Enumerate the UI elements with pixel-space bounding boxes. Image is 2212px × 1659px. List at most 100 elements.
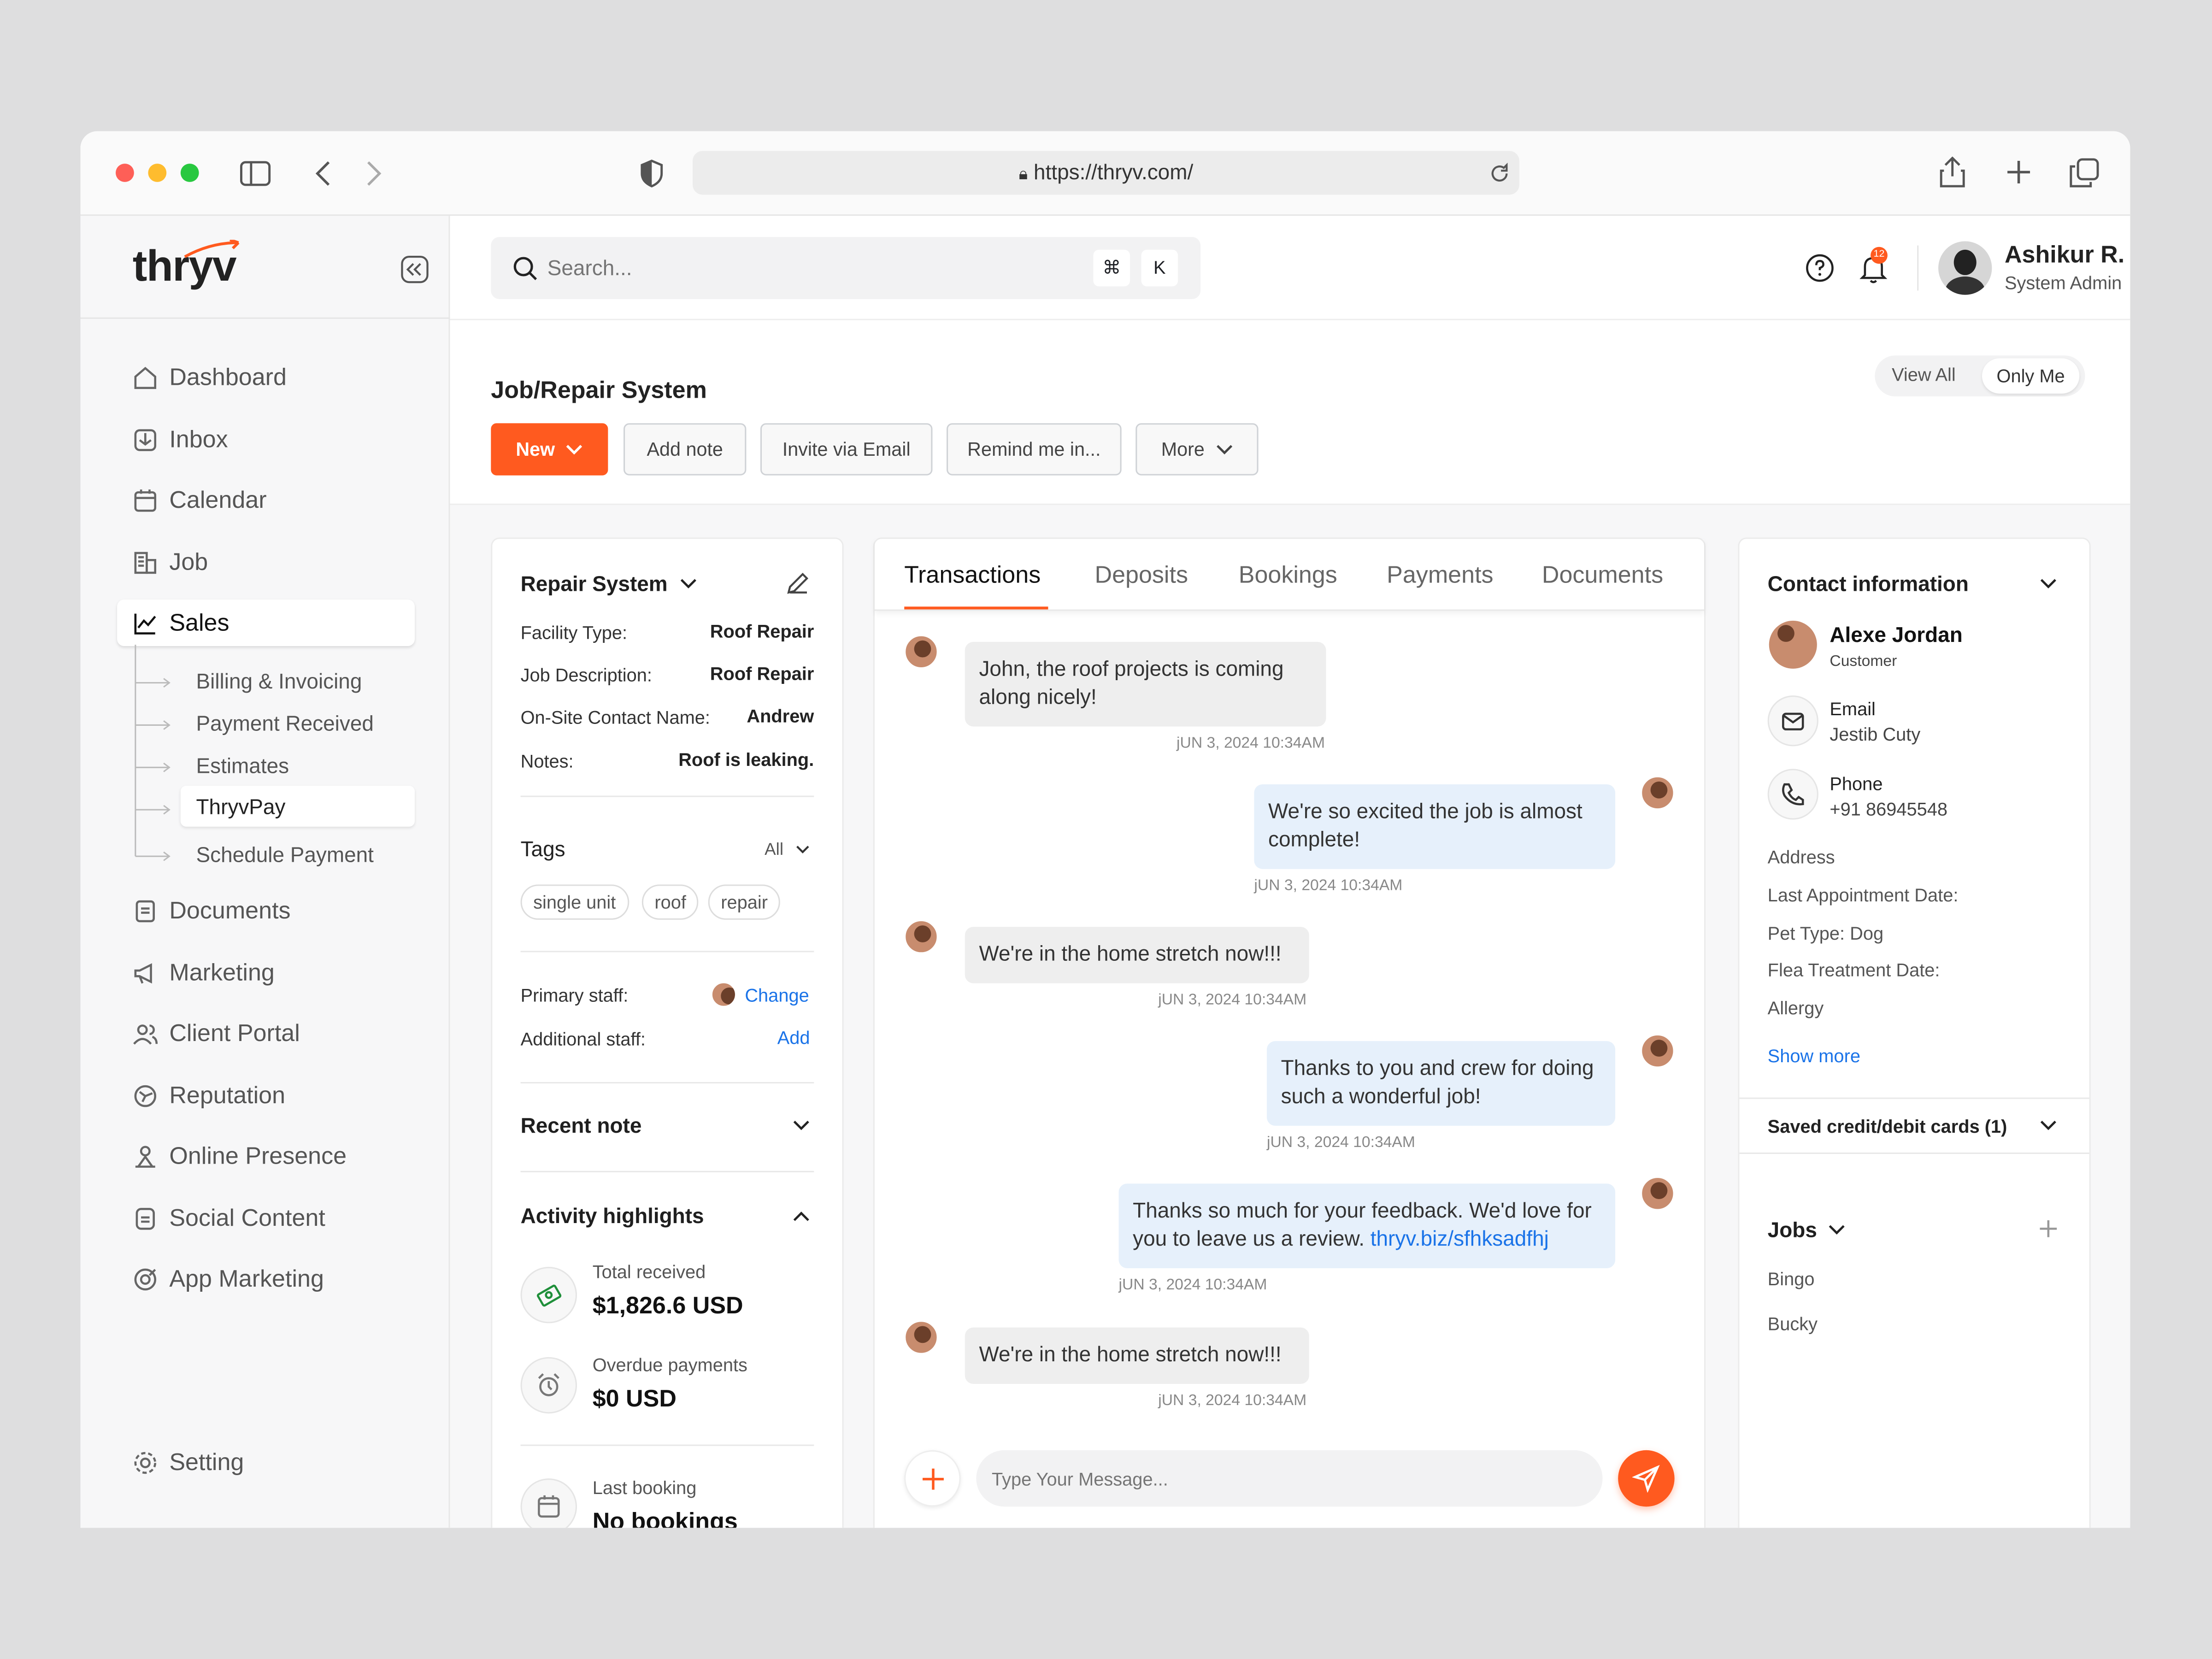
cmd-key: ⌘	[1093, 249, 1130, 287]
send-button[interactable]	[1618, 1450, 1675, 1507]
tag-chip[interactable]: single unit	[520, 884, 629, 920]
tab-deposits[interactable]: Deposits	[1094, 561, 1188, 589]
view-toggle: View All Only Me	[1875, 355, 2085, 397]
sidebar-item-client-portal[interactable]: Client Portal	[133, 1014, 300, 1054]
agent-avatar	[1641, 776, 1675, 810]
new-button[interactable]: New	[491, 423, 608, 476]
tab-documents[interactable]: Documents	[1542, 561, 1663, 589]
sidebar-item-label: Inbox	[169, 426, 228, 453]
review-link[interactable]: thryv.biz/sfhksadfhj	[1371, 1227, 1549, 1251]
sidebar-item-setting[interactable]: Setting	[133, 1443, 244, 1483]
jobs-title[interactable]: Jobs	[1768, 1219, 1817, 1243]
chevron-up-icon[interactable]	[793, 1211, 810, 1222]
attach-button[interactable]	[904, 1450, 961, 1507]
email-label: Email	[1830, 698, 1876, 720]
field-label: Notes:	[520, 750, 574, 772]
chevron-down-icon[interactable]	[796, 845, 810, 855]
sidebar-item-online-presence[interactable]: Online Presence	[133, 1137, 347, 1177]
search-box[interactable]: ⌘ K	[491, 237, 1201, 299]
sidebar-item-inbox[interactable]: Inbox	[133, 420, 228, 460]
message-bubble: We're so excited the job is almost compl…	[1254, 784, 1616, 869]
sidebar-sub-schedule-payment[interactable]: Schedule Payment	[196, 844, 374, 868]
tab-payments[interactable]: Payments	[1387, 561, 1493, 589]
tags-filter[interactable]: All	[765, 839, 783, 859]
saved-cards-title[interactable]: Saved credit/debit cards (1)	[1768, 1116, 2007, 1137]
reload-icon[interactable]	[1488, 162, 1511, 185]
chevron-down-icon[interactable]	[1828, 1224, 1845, 1235]
agent-avatar	[1641, 1177, 1675, 1211]
address-bar[interactable]: 🔒︎ https://thryv.com/	[693, 151, 1519, 195]
last-booking-label: Last booking	[592, 1477, 697, 1498]
forward-icon[interactable]	[364, 159, 384, 188]
sidebar-item-job[interactable]: Job	[133, 543, 208, 583]
sidebar-item-dashboard[interactable]: Dashboard	[133, 359, 287, 398]
details-title[interactable]: Repair System	[521, 573, 668, 597]
email-value[interactable]: Jestib Cuty	[1830, 724, 1920, 745]
phone-value[interactable]: +91 86945548	[1830, 799, 1947, 820]
chevron-down-icon[interactable]	[680, 578, 697, 589]
new-button-label: New	[516, 439, 555, 460]
activity-title[interactable]: Activity highlights	[521, 1205, 704, 1229]
sidebar-item-calendar[interactable]: Calendar	[133, 481, 267, 521]
sidebar-sub-payment-received[interactable]: Payment Received	[196, 712, 374, 736]
sidebar-item-reputation[interactable]: Reputation	[133, 1077, 285, 1116]
sidebar-item-social-content[interactable]: Social Content	[133, 1199, 325, 1239]
sidebar-sub-billing[interactable]: Billing & Invoicing	[196, 670, 362, 694]
contact-title[interactable]: Contact information	[1768, 573, 1969, 597]
recent-note-title[interactable]: Recent note	[521, 1114, 642, 1138]
tabs-overview-icon[interactable]	[2070, 158, 2099, 188]
add-job-icon[interactable]	[2038, 1219, 2058, 1239]
contact-field: Allergy	[1767, 997, 1824, 1019]
invite-email-button[interactable]: Invite via Email	[760, 423, 933, 476]
sidebar-toggle-icon[interactable]	[240, 161, 271, 186]
chevron-down-icon[interactable]	[2040, 1120, 2057, 1131]
sidebar-sub-estimates[interactable]: Estimates	[196, 755, 289, 779]
more-button[interactable]: More	[1135, 423, 1259, 476]
overdue-value: $0 USD	[592, 1385, 677, 1412]
maximize-dot[interactable]	[180, 164, 199, 182]
sidebar-item-documents[interactable]: Documents	[133, 892, 291, 931]
search-input[interactable]	[547, 251, 1027, 285]
message-time: jUN 3, 2024 10:34AM	[1177, 735, 1325, 752]
close-dot[interactable]	[116, 164, 134, 182]
phone-icon	[1782, 783, 1804, 806]
tag-chip[interactable]: repair	[708, 884, 781, 920]
sidebar-item-marketing[interactable]: Marketing	[133, 953, 275, 993]
tab-bookings[interactable]: Bookings	[1239, 561, 1337, 589]
add-note-button[interactable]: Add note	[624, 423, 747, 476]
show-more-link[interactable]: Show more	[1768, 1045, 1860, 1066]
new-tab-icon[interactable]	[2006, 159, 2031, 185]
sidebar-item-label: Marketing	[169, 959, 275, 986]
sidebar-item-sales[interactable]: Sales	[133, 604, 229, 643]
edit-icon[interactable]	[786, 571, 810, 595]
field-label: Job Description:	[520, 664, 652, 686]
message-input[interactable]	[976, 1450, 1603, 1507]
collapse-sidebar-icon[interactable]	[400, 255, 429, 283]
back-icon[interactable]	[313, 159, 333, 188]
contact-field: Last Appointment Date:	[1767, 884, 1959, 906]
avatar[interactable]	[1938, 241, 1992, 295]
field-value: Roof is leaking.	[678, 749, 814, 771]
chevron-down-icon[interactable]	[2040, 578, 2057, 589]
sidebar-sub-thryvpay[interactable]: ThryvPay	[196, 796, 286, 820]
minimize-dot[interactable]	[148, 164, 167, 182]
sidebar-item-app-marketing[interactable]: App Marketing	[133, 1260, 324, 1300]
message-bubble: We're in the home stretch now!!!	[965, 1327, 1309, 1384]
message-time: jUN 3, 2024 10:34AM	[1158, 1392, 1307, 1410]
change-staff-link[interactable]: Change	[745, 985, 809, 1006]
view-all-toggle[interactable]: View All	[1892, 364, 1956, 385]
calendar-icon	[538, 1495, 560, 1518]
tab-transactions[interactable]: Transactions	[904, 561, 1041, 589]
tag-chip[interactable]: roof	[641, 884, 699, 920]
add-staff-link[interactable]: Add	[777, 1027, 810, 1048]
chevron-down-icon[interactable]	[793, 1120, 810, 1131]
shield-icon[interactable]	[639, 159, 665, 188]
job-item[interactable]: Bingo	[1768, 1268, 1815, 1289]
help-icon[interactable]	[1806, 254, 1834, 282]
alarm-clock-icon	[538, 1373, 559, 1396]
share-icon[interactable]	[1940, 156, 1965, 188]
remind-button[interactable]: Remind me in...	[947, 423, 1122, 476]
only-me-toggle[interactable]: Only Me	[1982, 358, 2080, 394]
job-item[interactable]: Bucky	[1768, 1313, 1818, 1335]
page-header: Job/Repair System View All Only Me	[450, 320, 2130, 505]
